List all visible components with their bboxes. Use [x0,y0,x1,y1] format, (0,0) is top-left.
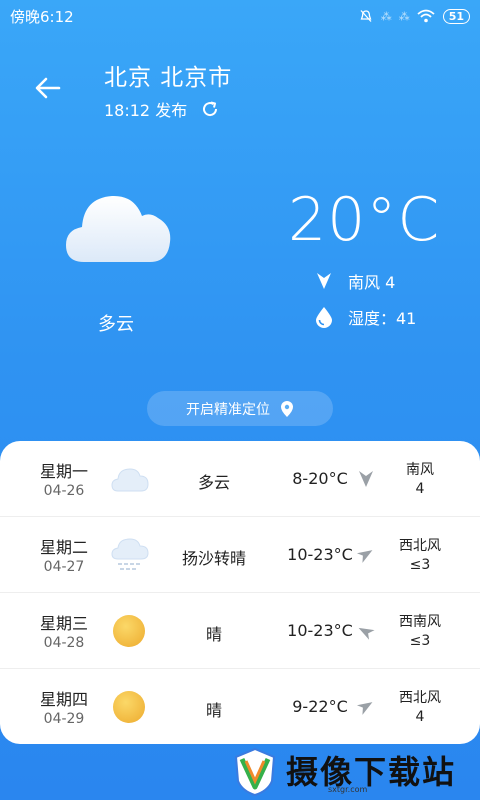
watermark-text: 摄像下载站 [286,753,457,791]
precise-location-label: 开启精准定位 [186,401,270,418]
forecast-date: 04-26 [43,483,85,499]
forecast-condition: 晴 [205,701,222,720]
forecast-wind-level: ≤3 [409,633,431,649]
forecast-date: 04-27 [43,559,85,575]
forecast-wind-level: 4 [415,481,425,497]
wind-direction-icon [356,550,373,563]
cloud-icon [110,461,150,497]
publish-time: 18:12 发布 [104,101,188,120]
status-time: 傍晚6:12 [10,7,74,26]
location-pin-icon [281,400,293,417]
publish-info: 18:12 发布 [104,97,219,121]
status-bar: 傍晚6:12 ⁂ ⁂ 51 [0,0,480,32]
current-humidity: 湿度：41 [314,305,416,329]
forecast-row[interactable]: 星期二 04-27 扬沙转晴 10-23°C 西北风 ≤3 [0,517,480,593]
wind-direction-icon [359,471,373,487]
forecast-day: 星期四 [39,690,88,709]
forecast-day: 星期二 [39,538,88,557]
forecast-row[interactable]: 星期三 04-28 晴 10-23°C 西南风 ≤3 [0,593,480,669]
sun-icon [110,613,150,649]
forecast-row[interactable]: 星期四 04-29 晴 9-22°C 西北风 4 [0,669,480,745]
forecast-condition: 扬沙转晴 [181,549,246,568]
battery-indicator: 51 [442,8,470,24]
precise-location-button[interactable]: 开启精准定位 [147,391,333,426]
wifi-icon [417,9,435,23]
site-logo-icon [234,747,276,797]
forecast-wind-dir: 西北风 [399,690,441,706]
back-button[interactable] [30,70,66,106]
forecast-card: 星期一 04-26 多云 8-20°C 南风 4 星期二 04-27 扬沙转晴 … [0,441,480,744]
forecast-day: 星期一 [39,462,88,481]
signal-icon-2: ⁂ [398,9,410,23]
forecast-date: 04-28 [43,635,85,651]
dust-cloud-icon [110,537,150,573]
forecast-wind-level: ≤3 [409,557,431,573]
current-condition: 多云 [98,314,134,335]
wind-direction-icon [358,627,375,640]
refresh-icon[interactable] [201,100,219,118]
wind-text: 南风 4 [348,273,396,292]
city-title: 北京 北京市 [104,65,233,91]
water-drop-icon [316,307,332,328]
forecast-row[interactable]: 星期一 04-26 多云 8-20°C 南风 4 [0,441,480,517]
forecast-condition: 晴 [205,625,222,644]
wind-direction-icon [317,273,331,289]
current-temperature: 20°C [288,185,441,255]
sun-icon [110,689,150,725]
current-wind: 南风 4 [314,269,395,293]
forecast-wind-dir: 西北风 [399,538,441,554]
signal-icon-1: ⁂ [380,9,392,23]
forecast-wind-dir: 西南风 [399,614,441,630]
humidity-text: 湿度：41 [348,309,417,328]
wind-direction-icon [356,702,373,715]
arrow-left-icon [35,77,61,99]
cloud-icon [62,190,174,268]
forecast-day: 星期三 [39,614,88,633]
watermark-url: sxtgr.com [328,785,368,794]
forecast-date: 04-29 [43,711,85,727]
forecast-condition: 多云 [197,473,230,492]
forecast-wind-level: 4 [415,709,425,725]
forecast-wind-dir: 南风 [406,462,434,478]
mute-icon [360,10,372,22]
status-icons: ⁂ ⁂ 51 [359,8,470,24]
